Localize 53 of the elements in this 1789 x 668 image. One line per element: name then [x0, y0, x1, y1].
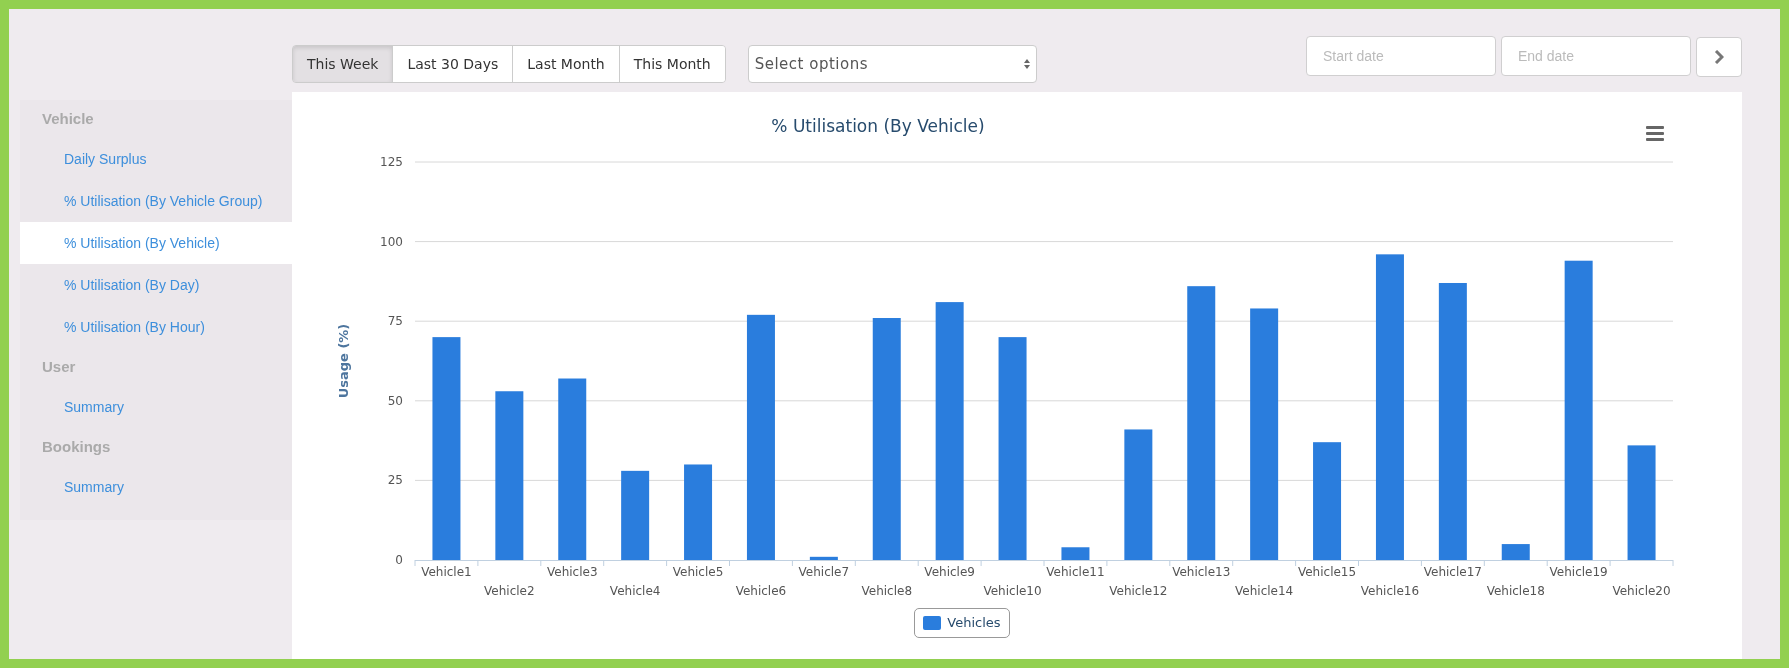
bar [1061, 547, 1090, 560]
y-tick-label: 50 [387, 393, 403, 408]
sidebar-item[interactable]: Daily Surplus [20, 138, 292, 180]
x-tick-label: Vehicle7 [798, 565, 850, 579]
legend-item[interactable]: Vehicles [914, 608, 1010, 638]
y-tick-label: 25 [387, 473, 403, 488]
y-tick-label: 100 [380, 234, 403, 249]
x-tick-label: Vehicle10 [983, 584, 1042, 598]
start-date-field[interactable]: Start date [1306, 36, 1496, 76]
legend-swatch [923, 616, 942, 630]
y-tick-label: 125 [380, 155, 403, 169]
range-tab[interactable]: Last 30 Days [393, 46, 514, 82]
bar [1501, 544, 1530, 560]
x-tick-label: Vehicle1 [421, 565, 472, 579]
y-axis-title: Usage (%) [336, 323, 351, 399]
x-tick-label: Vehicle13 [1172, 565, 1231, 579]
sidebar-item[interactable]: Summary [20, 466, 292, 508]
range-tab[interactable]: Last Month [513, 46, 620, 82]
bar [809, 556, 838, 560]
x-tick-label: Vehicle19 [1549, 565, 1608, 579]
x-tick-label: Vehicle5 [672, 565, 724, 579]
x-tick-label: Vehicle16 [1360, 584, 1420, 598]
x-tick-label: Vehicle9 [924, 565, 975, 579]
sidebar-heading: User [41, 356, 77, 377]
range-tab[interactable]: This Week [293, 46, 394, 82]
x-tick-label: Vehicle14 [1235, 584, 1294, 598]
y-tick-label: 75 [387, 314, 403, 329]
x-tick-label: Vehicle11 [1046, 565, 1105, 579]
x-tick-label: Vehicle8 [861, 584, 913, 598]
sidebar-item[interactable]: % Utilisation (By Day) [20, 264, 292, 306]
x-tick-label: Vehicle15 [1297, 565, 1357, 579]
x-tick-label: Vehicle12 [1109, 584, 1168, 598]
sidebar-item[interactable]: % Utilisation (By Vehicle Group) [20, 180, 292, 222]
sidebar-item[interactable]: % Utilisation (By Vehicle) [20, 222, 292, 264]
x-tick-label: Vehicle20 [1612, 584, 1671, 598]
end-date-field[interactable]: End date [1501, 36, 1691, 76]
sidebar-item[interactable]: Summary [20, 386, 292, 428]
range-tab[interactable]: This Month [619, 46, 725, 82]
chevron-right-icon [1714, 50, 1724, 64]
x-tick-label: Vehicle17 [1423, 565, 1482, 579]
x-tick-label: Vehicle3 [546, 565, 598, 579]
y-tick-label: 0 [395, 553, 403, 567]
sidebar-heading: Bookings [41, 436, 112, 457]
x-tick-label: Vehicle18 [1486, 584, 1545, 598]
x-tick-label: Vehicle2 [484, 584, 535, 598]
options-select[interactable]: Select options [747, 45, 1037, 83]
sidebar-heading: Vehicle [41, 108, 95, 129]
x-tick-label: Vehicle6 [735, 584, 787, 598]
sort-icon [1023, 59, 1030, 69]
x-tick-label: Vehicle4 [609, 584, 661, 598]
sidebar-item[interactable]: % Utilisation (By Hour) [20, 306, 292, 348]
menu-icon[interactable] [1646, 126, 1664, 141]
chart-title: % Utilisation (By Vehicle) [771, 116, 985, 136]
